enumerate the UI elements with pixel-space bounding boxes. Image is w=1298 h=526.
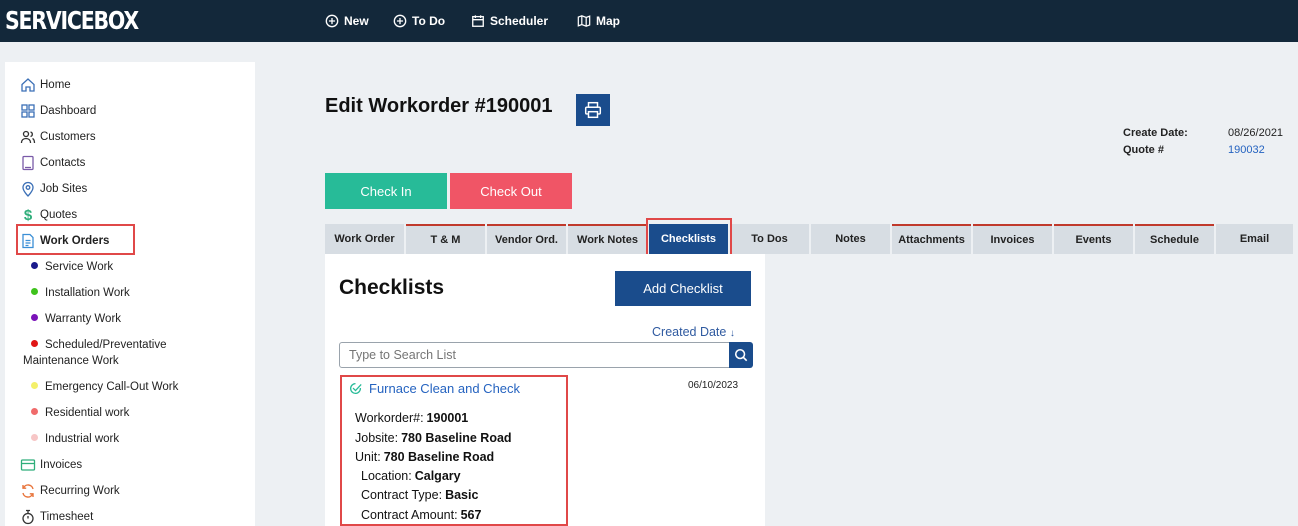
scheduler-label: Scheduler bbox=[490, 14, 549, 28]
sidebar-item-customers[interactable]: Customers bbox=[5, 126, 96, 148]
contacts-icon bbox=[19, 154, 37, 172]
todo-button[interactable]: To Do bbox=[393, 0, 445, 42]
add-checklist-button[interactable]: Add Checklist bbox=[615, 271, 751, 306]
sidebar-subitem-industrial-work[interactable]: Industrial work bbox=[5, 431, 119, 447]
checklist-item-date: 06/10/2023 bbox=[688, 380, 739, 391]
plus-circle-icon bbox=[325, 14, 339, 28]
sidebar-item-label: Invoices bbox=[40, 459, 83, 471]
tab-vendor-orders[interactable]: Vendor Ord. bbox=[487, 224, 566, 254]
invoice-icon bbox=[19, 456, 37, 474]
field-contract-amount: Contract Amount: 567 bbox=[361, 508, 482, 522]
app-logo[interactable]: SERVICEBOX bbox=[5, 6, 139, 36]
top-bar: SERVICEBOX New To Do Scheduler Map bbox=[0, 0, 1298, 42]
tab-bar: Work Order T & M Vendor Ord. Work Notes … bbox=[325, 224, 1293, 254]
page-title: Edit Workorder #190001 bbox=[325, 95, 553, 117]
check-in-button[interactable]: Check In bbox=[325, 173, 447, 209]
tab-notes[interactable]: Notes bbox=[811, 224, 890, 254]
tab-work-order[interactable]: Work Order bbox=[325, 224, 404, 254]
create-date-label: Create Date: bbox=[1123, 127, 1188, 139]
sidebar-item-contacts[interactable]: Contacts bbox=[5, 152, 85, 174]
color-dot bbox=[31, 288, 38, 295]
tab-work-notes[interactable]: Work Notes bbox=[568, 224, 647, 254]
sidebar-item-dashboard[interactable]: Dashboard bbox=[5, 100, 96, 122]
sort-by-created-date[interactable]: Created Date ↓ bbox=[652, 325, 735, 339]
sidebar-item-label: Work Orders bbox=[40, 235, 110, 247]
sidebar-subitem-residential-work[interactable]: Residential work bbox=[5, 405, 129, 421]
panel-title: Checklists bbox=[339, 276, 445, 299]
field-unit: Unit: 780 Baseline Road bbox=[355, 450, 495, 464]
color-dot bbox=[31, 382, 38, 389]
scheduler-button[interactable]: Scheduler bbox=[471, 0, 548, 42]
sidebar-item-label: Recurring Work bbox=[40, 485, 120, 497]
tab-invoices[interactable]: Invoices bbox=[973, 224, 1052, 254]
color-dot bbox=[31, 314, 38, 321]
quote-link[interactable]: 190032 bbox=[1228, 144, 1265, 156]
create-date-value: 08/26/2021 bbox=[1228, 127, 1284, 139]
sidebar-item-label: Home bbox=[40, 79, 71, 91]
tab-to-dos[interactable]: To Dos bbox=[730, 224, 809, 254]
quote-label: Quote # bbox=[1123, 144, 1164, 156]
print-button[interactable] bbox=[576, 94, 610, 126]
map-label: Map bbox=[596, 14, 620, 28]
field-contract-type: Contract Type: Basic bbox=[361, 488, 479, 502]
sidebar-item-invoices[interactable]: Invoices bbox=[5, 454, 82, 476]
new-label: New bbox=[344, 14, 369, 28]
recurring-icon bbox=[19, 482, 37, 500]
field-workorder: Workorder#: 190001 bbox=[355, 411, 469, 425]
sidebar-item-timesheet[interactable]: Timesheet bbox=[5, 506, 93, 526]
sidebar-item-label: Job Sites bbox=[40, 183, 88, 195]
field-jobsite: Jobsite: 780 Baseline Road bbox=[355, 431, 512, 445]
calendar-icon bbox=[472, 15, 484, 27]
sort-arrow-icon: ↓ bbox=[729, 328, 735, 339]
map-icon bbox=[577, 15, 591, 27]
sidebar-subitem-warranty-work[interactable]: Warranty Work bbox=[5, 311, 121, 327]
checklist-item-title[interactable]: Furnace Clean and Check bbox=[349, 381, 520, 396]
color-dot bbox=[31, 262, 38, 269]
search-input[interactable] bbox=[339, 342, 731, 368]
dollar-icon: $ bbox=[23, 206, 33, 224]
map-button[interactable]: Map bbox=[577, 0, 620, 42]
sidebar-item-job-sites[interactable]: Job Sites bbox=[5, 178, 87, 200]
tab-email[interactable]: Email bbox=[1216, 224, 1293, 254]
sidebar-item-label: Timesheet bbox=[40, 511, 94, 523]
todo-label: To Do bbox=[412, 14, 446, 28]
new-button[interactable]: New bbox=[325, 0, 369, 42]
sidebar-item-label: Dashboard bbox=[40, 105, 97, 117]
sidebar-item-home[interactable]: Home bbox=[5, 74, 71, 96]
tab-t-and-m[interactable]: T & M bbox=[406, 224, 485, 254]
sidebar-item-quotes[interactable]: $ Quotes bbox=[5, 204, 77, 226]
tab-attachments[interactable]: Attachments bbox=[892, 224, 971, 254]
field-location: Location: Calgary bbox=[361, 469, 461, 483]
search-button[interactable] bbox=[729, 342, 753, 368]
sidebar-item-label: Customers bbox=[40, 131, 96, 143]
color-dot bbox=[31, 340, 38, 347]
dashboard-icon bbox=[19, 102, 37, 120]
users-icon bbox=[19, 128, 37, 146]
sidebar-item-recurring-work[interactable]: Recurring Work bbox=[5, 480, 120, 502]
check-circle-icon bbox=[350, 382, 362, 394]
sidebar-item-label: Contacts bbox=[40, 157, 86, 169]
location-icon bbox=[19, 180, 37, 198]
sidebar-subitem-service-work[interactable]: Service Work bbox=[5, 259, 113, 275]
plus-circle-icon bbox=[393, 14, 407, 28]
sidebar-subitem-emergency-call-out[interactable]: Emergency Call-Out Work bbox=[5, 379, 178, 395]
printer-icon bbox=[584, 101, 602, 119]
stopwatch-icon bbox=[19, 508, 37, 526]
checklists-panel: Checklists Add Checklist Created Date ↓ … bbox=[325, 254, 765, 526]
sidebar-item-work-orders[interactable]: Work Orders bbox=[5, 230, 109, 252]
search-icon bbox=[734, 348, 748, 362]
check-out-button[interactable]: Check Out bbox=[450, 173, 572, 209]
color-dot bbox=[31, 408, 38, 415]
tab-events[interactable]: Events bbox=[1054, 224, 1133, 254]
document-icon bbox=[19, 232, 37, 250]
home-icon bbox=[19, 76, 37, 94]
tab-schedule[interactable]: Schedule bbox=[1135, 224, 1214, 254]
sidebar-subitem-scheduled-preventative[interactable]: Scheduled/Preventative Maintenance Work bbox=[5, 337, 166, 369]
sidebar-subitem-installation-work[interactable]: Installation Work bbox=[5, 285, 130, 301]
color-dot bbox=[31, 434, 38, 441]
sidebar: Home Dashboard Customers Contacts Job Si… bbox=[5, 62, 255, 526]
sidebar-item-label: Quotes bbox=[40, 209, 78, 221]
tab-checklists[interactable]: Checklists bbox=[649, 224, 728, 254]
